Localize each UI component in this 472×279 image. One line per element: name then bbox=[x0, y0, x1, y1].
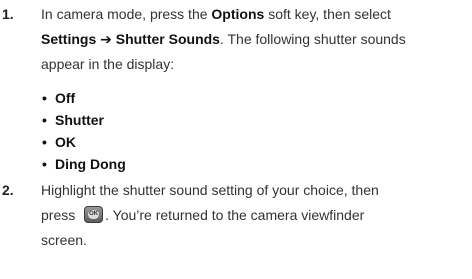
shutter-sound-option: Off bbox=[55, 90, 76, 106]
step-number: 2. bbox=[2, 182, 14, 198]
step-text-part: . The following shutter sounds bbox=[219, 31, 406, 47]
ok-key-icon: OK bbox=[84, 206, 104, 223]
shutter-sound-option: OK bbox=[55, 134, 76, 150]
list-item: • Shutter bbox=[41, 109, 126, 131]
settings-path: Settings ➔ Shutter Sounds bbox=[41, 31, 220, 47]
bullet: • bbox=[42, 90, 47, 106]
bullet: • bbox=[42, 134, 47, 150]
step-text: Highlight the shutter sound setting of y… bbox=[41, 178, 472, 253]
step-text-part: appear in the display: bbox=[41, 56, 175, 72]
ok-key-label: OK bbox=[88, 210, 100, 219]
step-text-part: Highlight the shutter sound setting of y… bbox=[41, 182, 379, 198]
shutter-sound-list: • Off • Shutter • OK • Ding Dong bbox=[41, 87, 126, 175]
step-number: 1. bbox=[2, 6, 14, 22]
bullet: • bbox=[42, 112, 47, 128]
step-text-part: screen. bbox=[41, 232, 87, 248]
step-text: In camera mode, press the Options soft k… bbox=[41, 2, 472, 77]
options-softkey-label: Options bbox=[211, 6, 265, 22]
step-text-part: press bbox=[41, 207, 80, 223]
step-text-part: soft key, then select bbox=[264, 6, 391, 22]
shutter-sound-option: Shutter bbox=[55, 112, 104, 128]
list-item: • OK bbox=[41, 131, 126, 153]
list-item: • Off bbox=[41, 87, 126, 109]
step-text-part: In camera mode, press the bbox=[41, 6, 212, 22]
bullet: • bbox=[42, 156, 47, 172]
list-item: • Ding Dong bbox=[41, 153, 126, 175]
shutter-sound-option: Ding Dong bbox=[55, 156, 126, 172]
step-text-part: . You’re returned to the camera viewfind… bbox=[105, 207, 365, 223]
